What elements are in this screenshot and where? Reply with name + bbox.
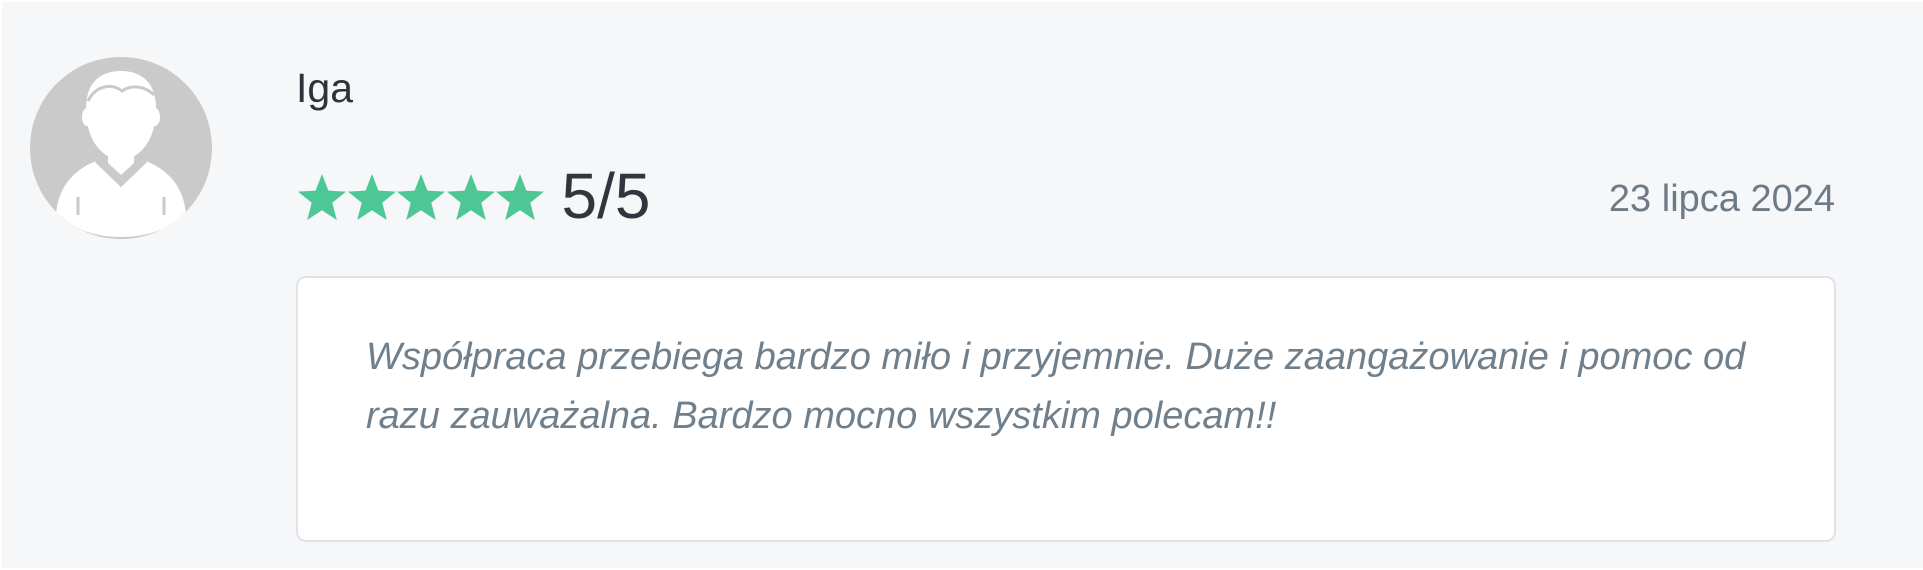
star-icon	[395, 172, 447, 224]
user-silhouette-icon	[30, 57, 212, 239]
rating-value: 5/5	[561, 160, 651, 232]
review-date: 23 lipca 2024	[1608, 178, 1835, 220]
star-icon	[346, 172, 398, 224]
review-text: Współpraca przebiega bardzo miło i przyj…	[366, 336, 1746, 437]
star-icon	[445, 172, 497, 224]
review-body: Współpraca przebiega bardzo miło i przyj…	[296, 276, 1836, 542]
star-icon	[296, 172, 348, 224]
author-name: Iga	[296, 65, 353, 111]
avatar	[30, 57, 212, 239]
star-icon	[494, 172, 546, 224]
review-card: Iga 5/5 23 lipca 2024 Współpraca przebie…	[2, 2, 1923, 568]
star-rating	[296, 164, 544, 232]
rating-row: 5/5	[296, 160, 651, 232]
